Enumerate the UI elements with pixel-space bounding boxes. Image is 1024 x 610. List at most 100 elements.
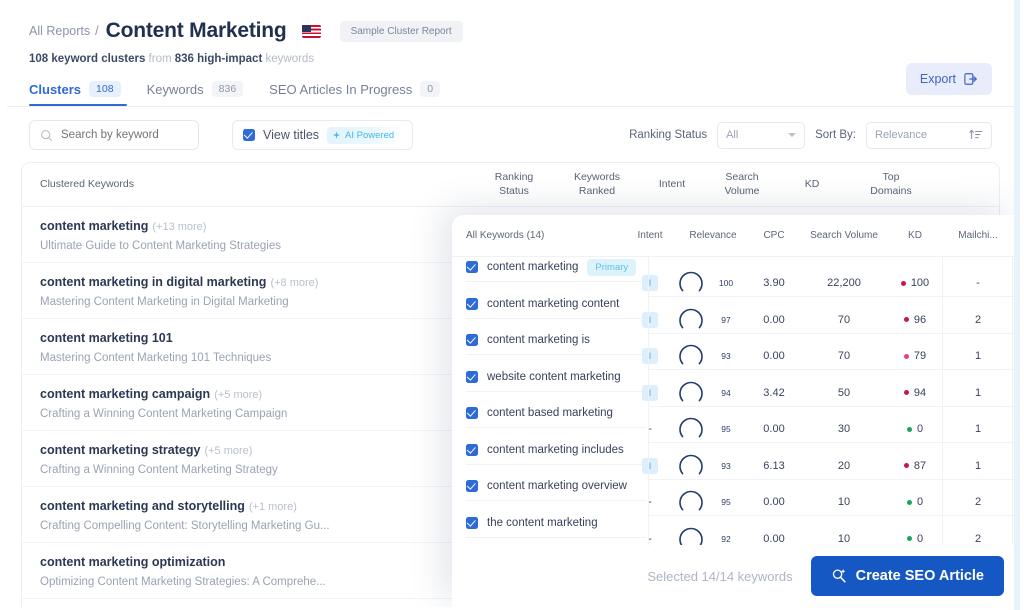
intent-badge: I [642, 348, 658, 364]
export-button[interactable]: Export [905, 63, 992, 95]
panel-intent-cell: I [622, 275, 678, 291]
panel-col-kd: KD [908, 230, 922, 241]
panel-col-relevance: Relevance [689, 230, 737, 241]
panel-col-mailchimp: Mailchi... [958, 230, 998, 241]
col-ranking-status: Ranking Status [475, 171, 553, 197]
kd-dot-icon [903, 317, 909, 323]
page-title: Content Marketing [105, 19, 287, 42]
right-edge-frame [1014, 0, 1024, 610]
search-box[interactable] [29, 120, 199, 150]
chevron-down-icon [788, 133, 797, 137]
col-top-domains-line2: Domains [870, 184, 912, 197]
panel-col-intent: Intent [637, 230, 663, 241]
panel-search-volume-cell: 20 [837, 459, 851, 472]
cluster-keyword-text: content marketing 101 [40, 331, 173, 345]
panel-kd-cell: 0 [888, 423, 942, 435]
cluster-keyword-text: content marketing strategy [40, 443, 201, 457]
col-kd: KD [804, 177, 820, 190]
cluster-title: Ultimate Guide to Content Marketing Stra… [40, 240, 281, 252]
cluster-keyword-text: content marketing [40, 219, 149, 233]
sort-by-select[interactable]: Relevance [866, 121, 992, 149]
cluster-title: Optimizing Content Marketing Strategies:… [40, 576, 326, 588]
col-search-volume: Search Volume [703, 171, 781, 197]
table-toolbar: View titles AI Powered Ranking Status Al… [7, 107, 1014, 162]
panel-cpc-cell: 0.00 [763, 313, 785, 326]
panel-kd-cell: 79 [888, 350, 942, 362]
panel-title: All Keywords (14) [466, 230, 545, 241]
keywords-detail-panel: All Keywords (14) Intent Relevance CPC S… [452, 215, 1014, 607]
col-top-domains: Top Domains [843, 171, 939, 197]
report-summary: 108 keyword clusters from 836 high-impac… [29, 53, 992, 65]
panel-mailchimp-cell: 1 [974, 350, 982, 362]
panel-mailchimp-cell: 2 [974, 313, 982, 326]
col-ranking-status-line2: Status [499, 184, 529, 197]
export-label: Export [919, 72, 956, 86]
tab-clusters[interactable]: Clusters 108 [29, 81, 121, 106]
page-header: All Reports / Content Marketing Sample C… [7, 3, 1014, 107]
cluster-keyword-more: (+5 more) [214, 389, 263, 401]
tab-keywords[interactable]: Keywords 836 [147, 81, 244, 106]
cluster-keyword: content marketing 101 [40, 329, 475, 347]
tab-seo-articles-in-progress[interactable]: SEO Articles In Progress 0 [269, 81, 441, 106]
panel-intent-cell: I [622, 348, 678, 364]
kd-value: 96 [913, 313, 927, 326]
col-top-domains-line1: Top [882, 171, 900, 184]
panel-kd-cell: 94 [888, 386, 942, 399]
kd-value: 87 [913, 459, 927, 472]
cluster-keyword: content marketing and storytelling (+1 mo… [40, 497, 475, 515]
cluster-keyword: content marketing (+13 more) [40, 217, 475, 235]
panel-search-volume-cell: 70 [837, 313, 851, 326]
kd-dot-icon [906, 426, 912, 432]
panel-col-search-volume: Search Volume [810, 230, 878, 241]
panel-cpc-cell: 0.00 [763, 423, 785, 435]
col-search-volume-line2: Volume [724, 184, 760, 197]
search-input[interactable] [61, 129, 181, 141]
panel-cpc-cell: 0.00 [763, 350, 785, 362]
kd-value: 100 [910, 277, 930, 290]
cluster-keyword: content marketing strategy (+5 more) [40, 441, 475, 459]
sort-by-value: Relevance [875, 129, 927, 141]
breadcrumb: All Reports / Content Marketing Sample C… [29, 19, 992, 43]
cluster-keyword: content marketing optimization [40, 553, 475, 571]
panel-search-volume-cell: 50 [837, 386, 851, 399]
breadcrumb-all-reports[interactable]: All Reports [29, 24, 90, 38]
panel-cpc-cell: 0.00 [763, 496, 785, 508]
summary-tail: keywords [262, 53, 315, 65]
tab-seo-articles-count: 0 [420, 81, 441, 97]
col-clustered-keywords: Clustered Keywords [40, 177, 134, 190]
panel-mailchimp-cell: 1 [974, 386, 982, 399]
breadcrumb-separator: / [95, 24, 99, 38]
cluster-title: Crafting Compelling Content: Storytellin… [40, 520, 330, 532]
col-ranking-status-line1: Ranking [494, 171, 534, 184]
kd-value: 0 [916, 496, 924, 509]
tab-clusters-count: 108 [89, 81, 121, 97]
panel-column-divider [942, 257, 943, 561]
view-titles-toggle[interactable]: View titles AI Powered [232, 120, 414, 150]
search-icon [41, 129, 52, 141]
intent-badge: I [642, 457, 658, 474]
panel-cpc-cell: 6.13 [763, 459, 785, 472]
panel-mailchimp-cell: 1 [974, 459, 982, 472]
sort-by-label: Sort By: [815, 129, 856, 141]
create-seo-article-button[interactable]: Create SEO Article [810, 556, 1004, 596]
table-header-row: Clustered Keywords Ranking Status Keywor… [22, 163, 999, 207]
intent-badge: I [642, 275, 658, 291]
panel-intent-cell: - [622, 496, 678, 508]
ranking-status-select[interactable]: All [717, 121, 806, 149]
sort-icon [969, 129, 983, 140]
kd-dot-icon [903, 353, 909, 359]
cluster-title: Crafting a Winning Content Marketing Str… [40, 464, 278, 476]
magic-search-icon [832, 568, 846, 583]
ranking-status-value: All [726, 129, 739, 141]
panel-search-volume-cell: 10 [837, 496, 851, 508]
cluster-keyword-text: content marketing and storytelling [40, 499, 245, 513]
intent-badge: I [642, 384, 658, 401]
col-keywords-ranked: Keywords Ranked [553, 171, 641, 197]
ai-powered-badge: AI Powered [327, 126, 403, 144]
view-titles-checkbox[interactable] [243, 129, 255, 141]
col-intent: Intent [658, 177, 686, 190]
panel-mailchimp-cell: 2 [974, 496, 982, 508]
panel-intent-cell: I [622, 384, 678, 401]
intent-badge: I [642, 311, 658, 328]
panel-rows: content marketing Primary I 100 3.90 22,200 10… [452, 257, 1014, 561]
